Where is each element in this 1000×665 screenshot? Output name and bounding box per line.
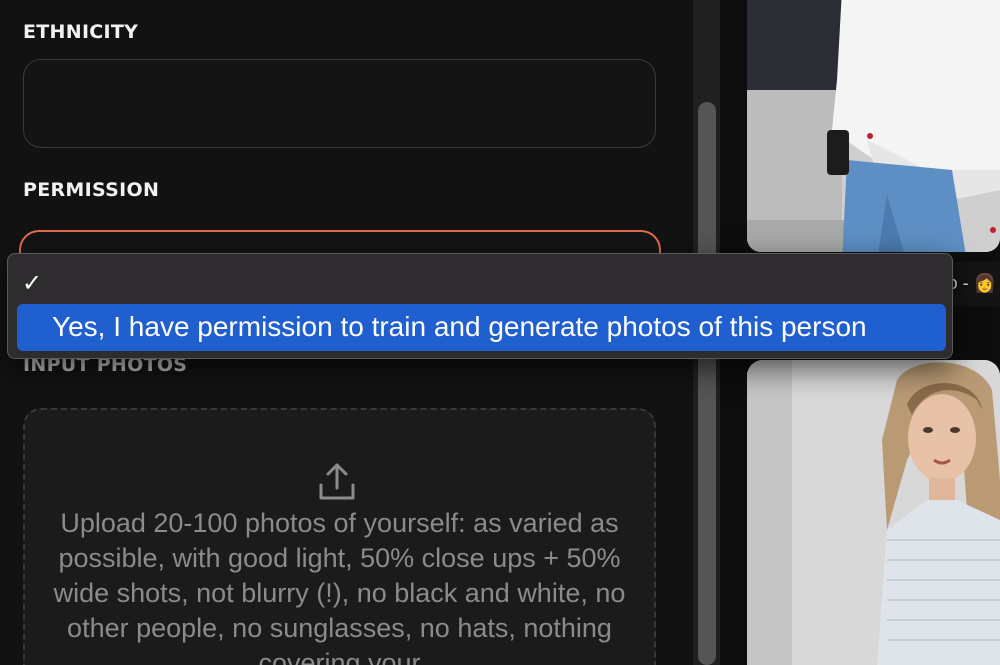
permission-dropdown-menu: ✓ Yes, I have permission to train and ge… <box>7 253 953 359</box>
photo-upload-dropzone[interactable]: Upload 20-100 photos of yourself: as var… <box>23 408 656 665</box>
dropdown-option-label: Yes, I have permission to train and gene… <box>52 311 867 342</box>
checkmark-icon: ✓ <box>22 269 43 297</box>
scrollbar-thumb[interactable] <box>698 102 716 665</box>
photo-caption: o - 👩 <box>947 273 996 293</box>
ethnicity-label: ETHNICITY <box>23 21 139 43</box>
permission-label: PERMISSION <box>23 179 160 201</box>
photo-woman-white-sweater-jeans[interactable] <box>747 0 1000 252</box>
app-root: ETHNICITY PERMISSION INPUT PHOTOS Upload… <box>0 0 1000 665</box>
photo-woman-knit-sweater-portrait[interactable] <box>747 360 1000 665</box>
upload-icon <box>319 463 355 500</box>
dropdown-option-empty[interactable]: ✓ <box>8 262 952 304</box>
photo-illustration <box>747 0 1000 252</box>
photo-illustration <box>747 360 1000 665</box>
ethnicity-field[interactable] <box>23 59 656 148</box>
upload-instructions: Upload 20-100 photos of yourself: as var… <box>53 508 626 665</box>
dropdown-option-yes-permission[interactable]: Yes, I have permission to train and gene… <box>17 304 946 351</box>
